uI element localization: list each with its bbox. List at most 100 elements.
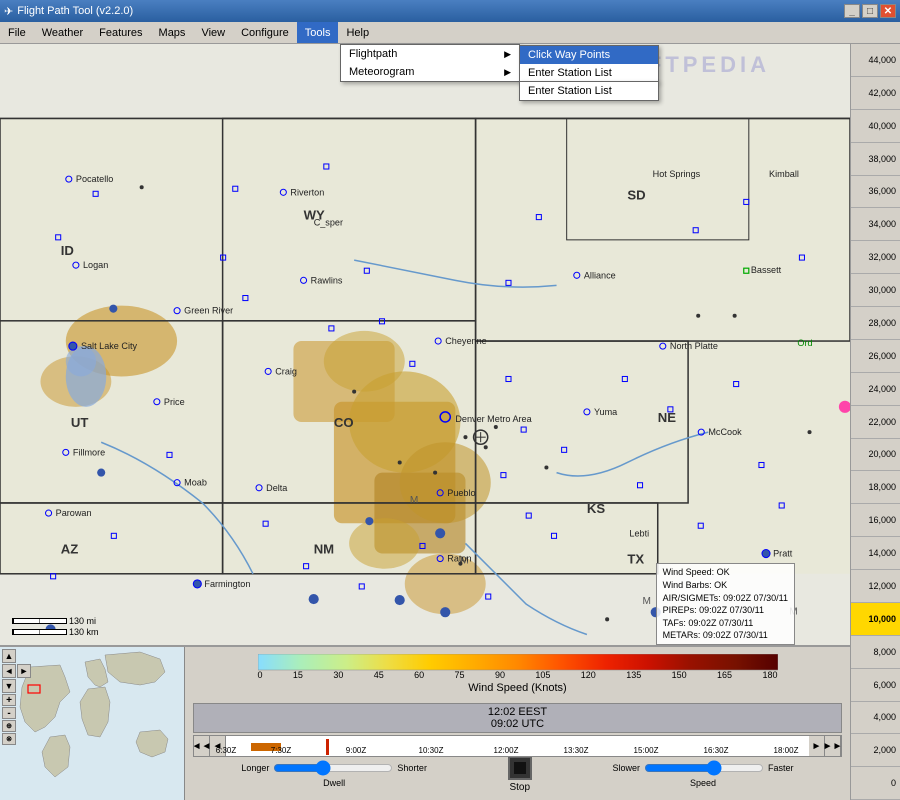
time-header: 12:02 EEST 09:02 UTC (193, 703, 842, 733)
titlebar-controls: _ □ ✕ (844, 4, 896, 18)
map-area[interactable]: SOFTPEDIA (0, 44, 850, 800)
scale-item: 30,000 (851, 274, 900, 307)
menu-maps[interactable]: Maps (151, 22, 194, 43)
flightpath-arrow: ▶ (504, 49, 511, 60)
scale-item: 8,000 (851, 636, 900, 669)
svg-text:Hot Springs: Hot Springs (653, 169, 701, 179)
dwell-group: Longer Shorter Dwell (241, 760, 427, 788)
speed-slider[interactable] (644, 760, 764, 776)
svg-text:Pocatello: Pocatello (76, 174, 113, 184)
nav-right[interactable]: ► (17, 664, 31, 678)
scale-item: 6,000 (851, 669, 900, 702)
svg-text:Bassett: Bassett (751, 265, 782, 275)
svg-text:C_sper: C_sper (314, 218, 343, 228)
click-waypoints[interactable]: Click Way Points (520, 46, 658, 64)
svg-text:M: M (410, 495, 418, 506)
app-icon: ✈ (4, 5, 13, 18)
speed-group: Slower Faster Speed (613, 760, 794, 788)
time-900z: 9:00Z (346, 746, 366, 755)
svg-text:Ord: Ord (797, 338, 812, 348)
minimap[interactable]: ▲ ◄ ► ▼ + - ⊕ ⊗ (0, 647, 185, 800)
timeline-fwd-fast[interactable]: ►► (825, 736, 841, 756)
dwell-slider-container: Longer Shorter (241, 760, 427, 776)
scale-item: 2,000 (851, 734, 900, 767)
svg-text:Parowan: Parowan (56, 508, 92, 518)
meteorogram-label: Meteorogram (349, 66, 414, 78)
titlebar-title: ✈ Flight Path Tool (v2.2.0) (4, 5, 133, 18)
utc-time: 09:02 UTC (196, 718, 839, 730)
local-time: 12:02 EEST (196, 706, 839, 718)
zoom-fit[interactable]: ⊕ (2, 720, 16, 732)
dropdown-meteorogram[interactable]: Meteorogram ▶ Enter Station List (341, 63, 519, 81)
nav-up[interactable]: ▲ (2, 649, 16, 663)
dropdown-flightpath[interactable]: Flightpath ▶ Click Way Points Enter Stat… (341, 45, 519, 63)
menu-file[interactable]: File (0, 22, 34, 43)
wind-gradient-svg (258, 654, 778, 674)
wind-speed-title: Wind Speed (Knots) (468, 682, 566, 694)
svg-text:Kimball: Kimball (769, 169, 799, 179)
shorter-label: Shorter (397, 763, 427, 773)
time-1330z: 13:30Z (564, 746, 589, 755)
zoom-out[interactable]: - (2, 707, 16, 719)
tools-dropdown: Flightpath ▶ Click Way Points Enter Stat… (340, 44, 520, 82)
nav-down[interactable]: ▼ (2, 679, 16, 693)
svg-text:ID: ID (61, 243, 74, 258)
timeline-back-fast[interactable]: ◄◄ (194, 736, 210, 756)
svg-text:NM: NM (314, 542, 334, 557)
speed-label: Speed (690, 778, 716, 788)
stop-button[interactable] (508, 756, 532, 780)
svg-text:Cheyenne: Cheyenne (445, 336, 486, 346)
flightpath-label: Flightpath (349, 48, 397, 60)
maximize-button[interactable]: □ (862, 4, 878, 18)
svg-text:Green River: Green River (184, 306, 233, 316)
svg-text:Lebti: Lebti (629, 528, 649, 538)
time-1030z: 10:30Z (419, 746, 444, 755)
svg-text:North Platte: North Platte (670, 341, 718, 351)
menu-weather[interactable]: Weather (34, 22, 91, 43)
zoom-in[interactable]: + (2, 694, 16, 706)
scale-item: 24,000 (851, 373, 900, 406)
svg-text:Logan: Logan (83, 260, 108, 270)
svg-text:Craig: Craig (275, 366, 297, 376)
distance-scale: 130 mi 130 km (12, 616, 99, 638)
menu-features[interactable]: Features (91, 22, 150, 43)
timeline-track[interactable]: 6:30Z 7:30Z 9:00Z 10:30Z 12:00Z 13:30Z 1… (226, 736, 809, 756)
time-1500z: 15:00Z (634, 746, 659, 755)
flightpath-submenu: Click Way Points Enter Station List (519, 45, 659, 83)
scale-bar: 44,00042,00040,00038,00036,00034,00032,0… (850, 44, 900, 800)
wind-legend: 0 15 30 45 60 75 90 105 120 135 150 165 … (185, 647, 850, 701)
svg-text:NE: NE (658, 410, 676, 425)
svg-text:CO: CO (334, 415, 354, 430)
nav-buttons: ▲ ◄ ► ▼ + - ⊕ ⊗ (2, 649, 31, 745)
menubar: File Weather Features Maps View Configur… (0, 22, 900, 44)
enter-station-list-meteo[interactable]: Enter Station List (520, 82, 658, 100)
scale-item: 22,000 (851, 406, 900, 439)
menu-configure[interactable]: Configure (233, 22, 297, 43)
svg-text:Moab: Moab (184, 478, 207, 488)
menu-view[interactable]: View (193, 22, 233, 43)
svg-text:Delta: Delta (266, 483, 288, 493)
minimize-button[interactable]: _ (844, 4, 860, 18)
time-1800z: 18:00Z (774, 746, 799, 755)
scale-item: 4,000 (851, 702, 900, 735)
pireps-status: PIREPs: 09:02Z 07/30/11 (663, 604, 788, 617)
svg-text:Denver Metro Area: Denver Metro Area (455, 414, 532, 424)
status-info: Wind Speed: OK Wind Barbs: OK AIR/SIGMET… (656, 563, 795, 645)
scale-item: 0 (851, 767, 900, 800)
close-button[interactable]: ✕ (880, 4, 896, 18)
svg-text:Pratt: Pratt (773, 549, 793, 559)
zoom-reset[interactable]: ⊗ (2, 733, 16, 745)
svg-text:SD: SD (627, 187, 645, 202)
scale-item: 40,000 (851, 110, 900, 143)
menu-help[interactable]: Help (338, 22, 377, 43)
timeline[interactable]: ◄◄ ◄ 6:30Z 7:30Z 9:00Z 10:30Z (193, 735, 842, 757)
dwell-slider[interactable] (273, 760, 393, 776)
main-content: SOFTPEDIA (0, 44, 900, 800)
nav-left[interactable]: ◄ (2, 664, 16, 678)
scale-km: 130 km (12, 627, 99, 637)
menu-tools[interactable]: Tools (297, 22, 339, 43)
time-display: 12:02 EEST 09:02 UTC ◄◄ ◄ 6: (185, 701, 850, 800)
enter-station-list-flight[interactable]: Enter Station List (520, 64, 658, 82)
longer-label: Longer (241, 763, 269, 773)
svg-text:Salt Lake City: Salt Lake City (81, 341, 138, 351)
